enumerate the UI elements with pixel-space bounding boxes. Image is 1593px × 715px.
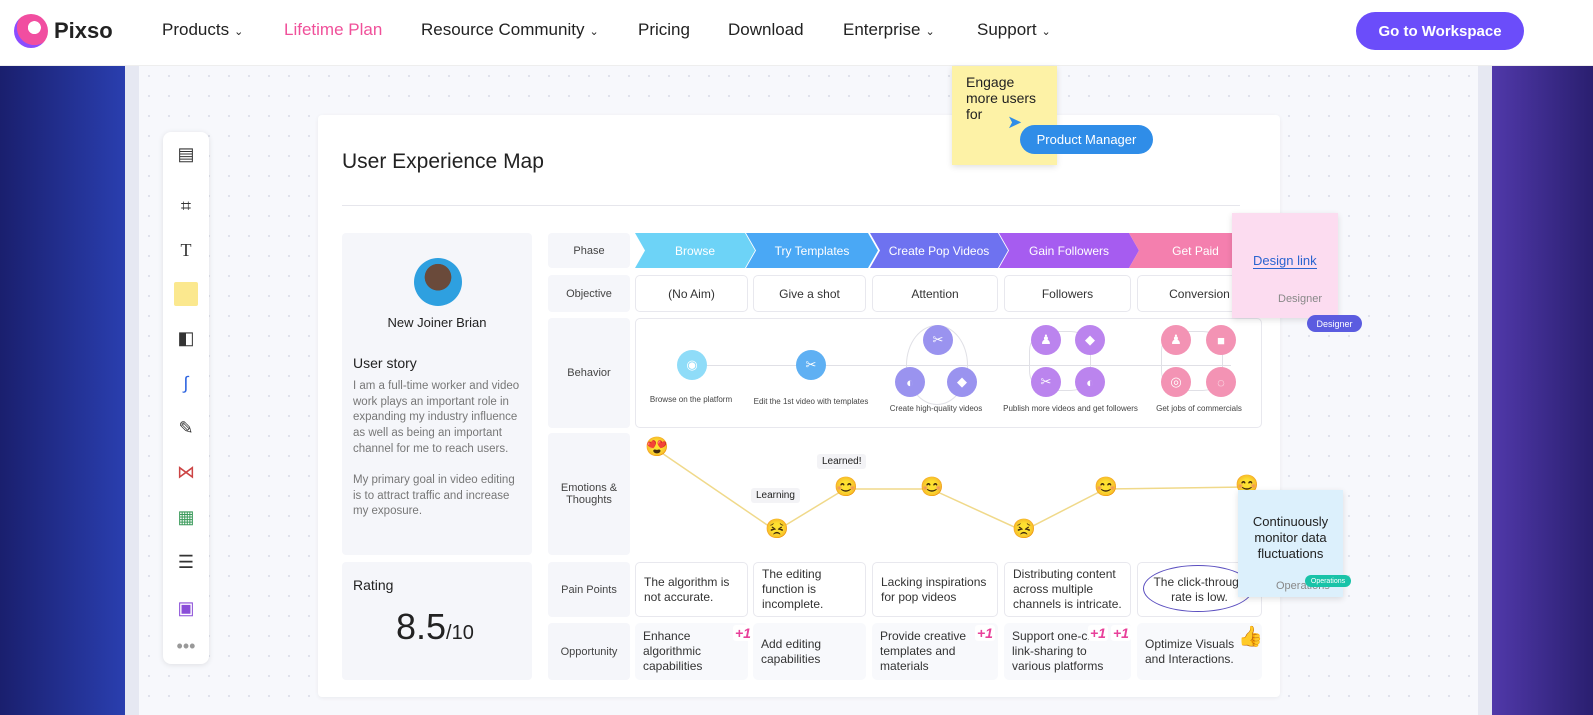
opportunity-cell: Enhance algorithmic capabilities xyxy=(635,623,748,680)
operations-tag: Operations xyxy=(1305,575,1351,587)
emotion-line xyxy=(655,448,1247,532)
emotion-emoji-icon: 😣 xyxy=(765,519,789,540)
plus-one-sticker[interactable]: +1 xyxy=(1088,625,1108,641)
pain-point-cell: The algorithm is not accurate. xyxy=(635,562,748,617)
emotion-emoji-icon: 😊 xyxy=(834,477,858,498)
plus-one-sticker[interactable]: +1 xyxy=(975,625,995,641)
designer-tag: Designer xyxy=(1307,315,1362,332)
pain-point-cell: Distributing content across multiple cha… xyxy=(1004,562,1131,617)
emotion-note-learning: Learning xyxy=(751,488,800,503)
pain-point-cell: The editing function is incomplete. xyxy=(753,562,866,617)
note-author: Designer xyxy=(1278,293,1323,305)
plus-one-sticker[interactable]: +1 xyxy=(733,625,753,641)
sticky-note-pink[interactable]: Design link Designer xyxy=(1232,213,1338,318)
emotion-emoji-icon: 😣 xyxy=(1012,519,1036,540)
emotion-emoji-icon: 😍 xyxy=(645,437,669,458)
cursor-icon: ➤ xyxy=(1007,112,1023,132)
emotion-note-learned: Learned! xyxy=(817,454,867,469)
hand-drawn-circle xyxy=(1143,565,1253,612)
pain-point-cell: Lacking inspirations for pop videos xyxy=(872,562,998,617)
plus-one-sticker[interactable]: +1 xyxy=(1111,625,1131,641)
opportunity-cell: Add editing capabilities xyxy=(753,623,866,680)
design-link[interactable]: Design link xyxy=(1253,253,1317,269)
product-manager-tag: Product Manager xyxy=(1020,125,1153,154)
thumbs-up-icon: 👍 xyxy=(1238,626,1263,648)
emotion-emoji-icon: 😊 xyxy=(1094,477,1118,498)
emotion-emoji-icon: 😊 xyxy=(920,477,944,498)
